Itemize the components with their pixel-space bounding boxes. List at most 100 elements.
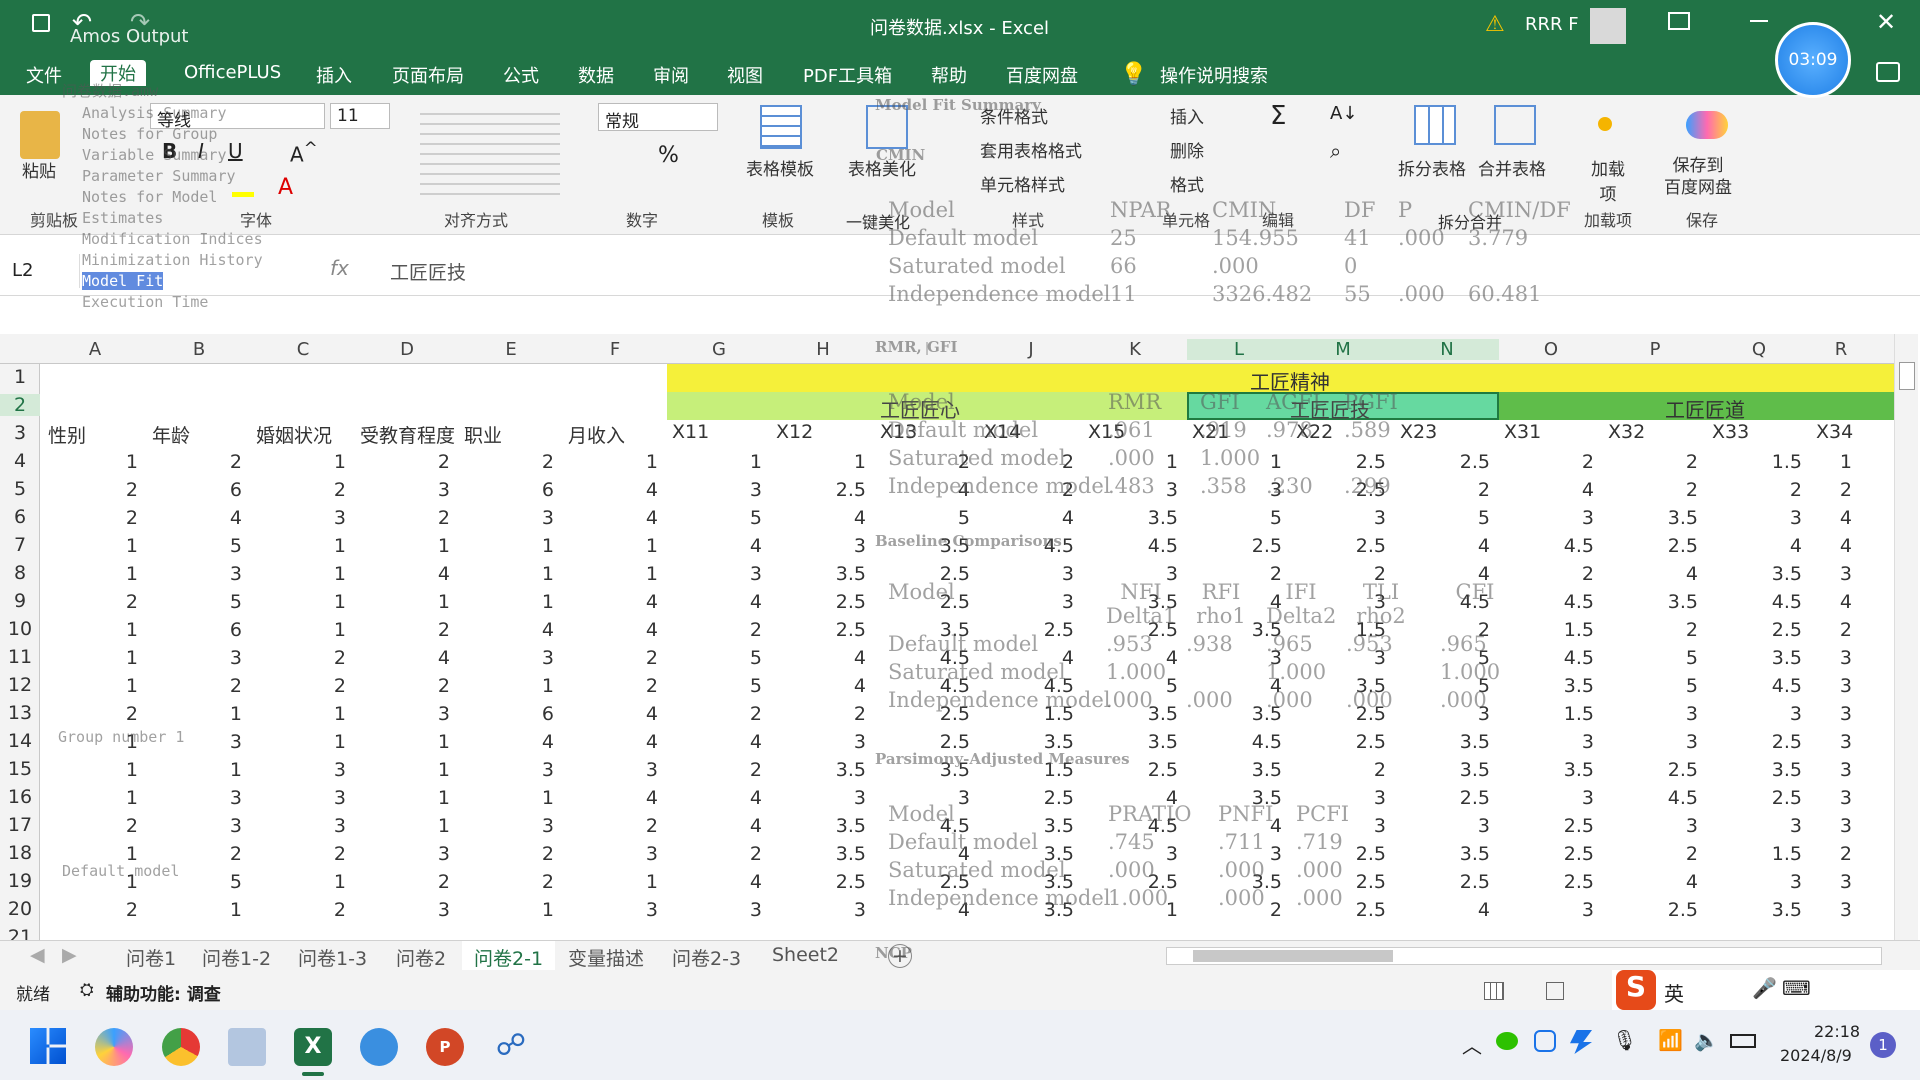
cell[interactable]: 2	[564, 815, 658, 837]
cell[interactable]: 4	[148, 507, 242, 529]
cell[interactable]: 4	[1708, 535, 1802, 557]
tab-page-layout[interactable]: 页面布局	[392, 62, 464, 88]
tray-date[interactable]: 2024/8/9	[1780, 1046, 1852, 1065]
row-header[interactable]: 20	[0, 898, 40, 920]
cell[interactable]: 3	[1292, 507, 1386, 529]
page-layout-icon[interactable]	[1546, 982, 1564, 1000]
cell[interactable]: 2	[1292, 759, 1386, 781]
clock-bubble[interactable]: 03:09	[1775, 22, 1851, 98]
find-icon[interactable]: ⌕	[1330, 139, 1341, 163]
save-icon[interactable]	[32, 14, 50, 32]
cell[interactable]: 3	[1500, 731, 1594, 753]
cell[interactable]: 2	[1812, 619, 1852, 641]
col-b[interactable]: B	[147, 339, 251, 360]
cell[interactable]: 3	[1396, 815, 1490, 837]
column-header-cell[interactable]: 婚姻状况	[256, 421, 332, 448]
cell[interactable]: 3	[1812, 899, 1852, 921]
sheet-tab[interactable]: 问卷2-3	[672, 944, 741, 971]
cell[interactable]: 2.5	[1708, 731, 1802, 753]
cell[interactable]: 3	[564, 759, 658, 781]
cell[interactable]: 3	[1812, 759, 1852, 781]
cell[interactable]: 3	[564, 843, 658, 865]
cell[interactable]: 3.5	[1500, 675, 1594, 697]
delete-cells-button[interactable]: 删除	[1170, 137, 1204, 162]
cell[interactable]: 1	[772, 451, 866, 473]
cell[interactable]: 2	[460, 451, 554, 473]
insert-cells-button[interactable]: 插入	[1170, 103, 1204, 128]
tab-insert[interactable]: 插入	[316, 62, 352, 88]
cell[interactable]: 3	[356, 479, 450, 501]
row-header[interactable]: 19	[0, 870, 40, 892]
cell[interactable]: 1	[460, 563, 554, 585]
cell[interactable]: 2	[1604, 479, 1698, 501]
feishu-icon[interactable]	[1570, 1030, 1592, 1054]
cell[interactable]: 4	[564, 591, 658, 613]
cell[interactable]: 3	[1812, 871, 1852, 893]
cell[interactable]: 2	[44, 591, 138, 613]
cell[interactable]: 1.5	[1708, 843, 1802, 865]
sum-icon[interactable]: Σ	[1270, 101, 1286, 131]
cell[interactable]: 2	[668, 759, 762, 781]
cell[interactable]: 3	[1812, 787, 1852, 809]
cell[interactable]: 3.5	[1708, 899, 1802, 921]
col-p[interactable]: P	[1603, 339, 1707, 360]
cell[interactable]: 1.5	[1500, 703, 1594, 725]
cell[interactable]: 1.5	[1500, 619, 1594, 641]
amos-tree-item[interactable]: Notes for Model	[82, 188, 217, 206]
name-box[interactable]: L2	[0, 254, 80, 288]
cell[interactable]: 5	[148, 535, 242, 557]
cell[interactable]: 3.5	[1396, 843, 1490, 865]
cell[interactable]: 4	[668, 731, 762, 753]
tab-review[interactable]: 审阅	[653, 62, 689, 88]
windows-start-icon[interactable]	[30, 1028, 66, 1064]
tab-file[interactable]: 文件	[26, 62, 62, 88]
column-header-cell[interactable]: 受教育程度	[360, 421, 455, 448]
amos-tree-item[interactable]: Model Fit	[82, 272, 164, 290]
cell[interactable]: 2	[44, 507, 138, 529]
column-header-cell[interactable]: 年龄	[152, 421, 190, 448]
cell[interactable]: 4	[356, 563, 450, 585]
col-k[interactable]: K	[1083, 339, 1187, 360]
row-header[interactable]: 6	[0, 506, 40, 528]
cell[interactable]: 2.5	[1188, 535, 1282, 557]
col-h[interactable]: H	[771, 339, 875, 360]
cell[interactable]: 1	[356, 815, 450, 837]
addins-icon[interactable]	[1598, 117, 1612, 131]
col-q[interactable]: Q	[1707, 339, 1811, 360]
scroll-left-icon[interactable]: ◀	[30, 944, 45, 966]
cell[interactable]: 3	[1812, 731, 1852, 753]
cell[interactable]: 2	[460, 843, 554, 865]
column-header-cell[interactable]: X31	[1504, 421, 1541, 443]
cell[interactable]: 2	[1708, 479, 1802, 501]
cell[interactable]: 3	[1812, 675, 1852, 697]
cell[interactable]: 2	[1396, 479, 1490, 501]
cell[interactable]: 2.5	[1396, 871, 1490, 893]
cell[interactable]: 3.5	[772, 759, 866, 781]
cell[interactable]: 2	[44, 479, 138, 501]
tab-view[interactable]: 视图	[727, 62, 763, 88]
cell[interactable]: 4	[1604, 563, 1698, 585]
cell[interactable]: 2	[148, 675, 242, 697]
cell[interactable]: 3	[460, 507, 554, 529]
cell[interactable]: 1	[252, 451, 346, 473]
cell[interactable]: 2	[460, 871, 554, 893]
cell[interactable]: 1	[356, 759, 450, 781]
cell[interactable]: 2.5	[772, 479, 866, 501]
cell[interactable]: 4	[1812, 535, 1852, 557]
cell[interactable]: 5	[1604, 647, 1698, 669]
cell[interactable]: 3	[356, 843, 450, 865]
close-icon[interactable]: ✕	[1876, 8, 1896, 36]
mic-tray-icon[interactable]: 🎙	[1612, 1028, 1637, 1052]
cell[interactable]: 3.5	[1084, 507, 1178, 529]
baidu-cloud-icon[interactable]	[1686, 111, 1728, 139]
row-header[interactable]: 1	[0, 366, 40, 388]
cell[interactable]: 4.5	[1604, 787, 1698, 809]
wifi-icon[interactable]: 📶	[1658, 1028, 1683, 1052]
cell[interactable]: 2.5	[1292, 731, 1386, 753]
cell[interactable]: 3	[148, 787, 242, 809]
cell[interactable]: 1	[252, 731, 346, 753]
tab-pdf-tools[interactable]: PDF工具箱	[803, 62, 892, 88]
cell[interactable]: 4.5	[1500, 591, 1594, 613]
cell[interactable]: 5	[148, 591, 242, 613]
cell[interactable]: 6	[460, 703, 554, 725]
